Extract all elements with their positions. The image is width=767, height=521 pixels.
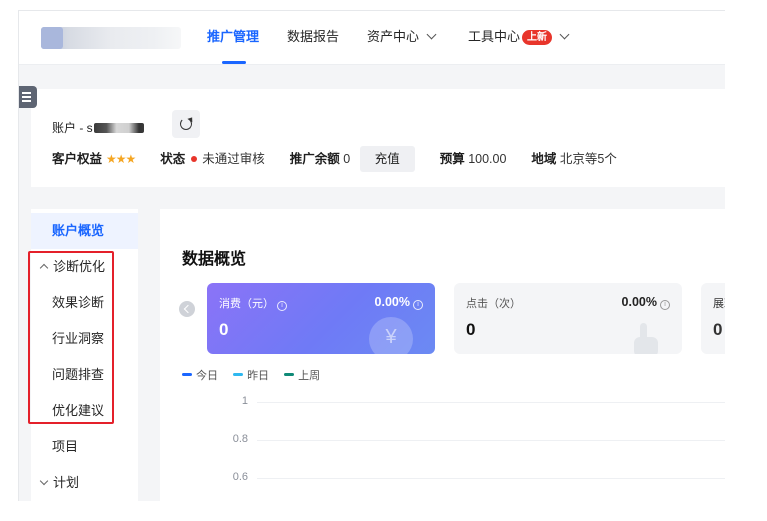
chart-legend: 今日 昨日 上周 [182, 367, 332, 383]
app-window: 推广管理 数据报告 资产中心 工具中心 上新 账户 - s 客户权益 ★★★ 状态 未… [18, 10, 725, 501]
region-label: 地域 [531, 152, 557, 166]
new-badge: 上新 [522, 30, 553, 45]
account-name: 账户 - s [52, 119, 144, 136]
nav-active-indicator [222, 61, 246, 64]
budget-value: 100.00 [468, 152, 507, 166]
metric-value: 0 [713, 320, 723, 339]
legend-item-yesterday[interactable]: 昨日 [233, 367, 269, 383]
hand-pointer-icon [628, 323, 662, 354]
redacted-name [93, 123, 144, 133]
nav-tool-center[interactable]: 工具中心 上新 [468, 27, 570, 47]
nav-label: 数据报告 [287, 29, 340, 44]
status-value: 未通过审核 [202, 152, 265, 166]
refresh-icon[interactable] [172, 110, 200, 138]
metric-value: 0 [466, 320, 476, 339]
account-stats-row: 客户权益 ★★★ 状态 未通过审核 推广余额 0 充值 预算 100.00 地域 北… [52, 146, 617, 172]
y-tick-label: 0.8 [232, 433, 248, 445]
nav-data-report[interactable]: 数据报告 [287, 27, 339, 47]
recharge-button[interactable]: 充值 [359, 146, 415, 172]
account-card: 账户 - s 客户权益 ★★★ 状态 未通过审核 推广余额 0 充值 预算 100.… [31, 89, 725, 187]
grid-line [257, 440, 725, 441]
sidebar-group-plan[interactable]: 计划 [31, 465, 138, 501]
trend-chart: 1 0.8 0.6 [160, 387, 725, 501]
metric-card-impressions[interactable]: 展现 0 [701, 283, 725, 354]
metric-card-clicks[interactable]: 点击（次） 0.00% i 0 [454, 283, 682, 354]
nav-asset-center[interactable]: 资产中心 [367, 27, 437, 47]
status-dot [191, 156, 198, 162]
y-tick-label: 0.6 [232, 471, 248, 483]
menu-toggle-icon[interactable] [19, 86, 37, 108]
metric-value: 0 [219, 320, 229, 339]
grid-line [257, 478, 725, 479]
chevron-left-icon[interactable] [179, 301, 195, 317]
legend-item-last-week[interactable]: 上周 [284, 367, 320, 383]
logo[interactable] [41, 27, 181, 49]
chevron-down-icon [39, 476, 49, 486]
nav-label: 资产中心 [367, 29, 420, 44]
highlight-box [28, 251, 114, 424]
legend-item-today[interactable]: 今日 [182, 367, 218, 383]
rights-label: 客户权益 [52, 152, 103, 166]
nav-label: 工具中心 [468, 29, 521, 44]
balance-value: 0 [343, 152, 351, 166]
yen-icon: ¥ [369, 317, 413, 354]
chevron-down-icon [559, 29, 570, 40]
sidebar-item-project[interactable]: 项目 [31, 429, 138, 465]
sidebar-item-account-overview[interactable]: 账户概览 [31, 213, 138, 249]
metric-card-cost[interactable]: 消费（元） i 0.00% i 0 ¥ [207, 283, 435, 354]
info-icon[interactable]: i [413, 300, 423, 310]
region-value[interactable]: 北京等5个 [560, 152, 617, 166]
chevron-down-icon [426, 29, 437, 40]
nav-promotion-management[interactable]: 推广管理 [207, 27, 259, 47]
grid-line [257, 402, 725, 403]
data-overview-panel: 数据概览 消费（元）i 0.00%i 0 ¥ 点击（次） 0.00%i 0 展现… [160, 209, 725, 501]
star-rating: ★★★ [106, 152, 136, 166]
top-nav: 推广管理 数据报告 资产中心 工具中心 上新 [19, 11, 725, 65]
info-icon[interactable]: i [277, 301, 287, 311]
budget-label: 预算 [439, 152, 465, 166]
page-title: 数据概览 [182, 251, 247, 268]
info-icon[interactable]: i [660, 300, 670, 310]
nav-label: 推广管理 [207, 29, 260, 44]
y-tick-label: 1 [241, 395, 248, 407]
balance-label: 推广余额 [289, 152, 340, 166]
status-label: 状态 [160, 152, 186, 166]
